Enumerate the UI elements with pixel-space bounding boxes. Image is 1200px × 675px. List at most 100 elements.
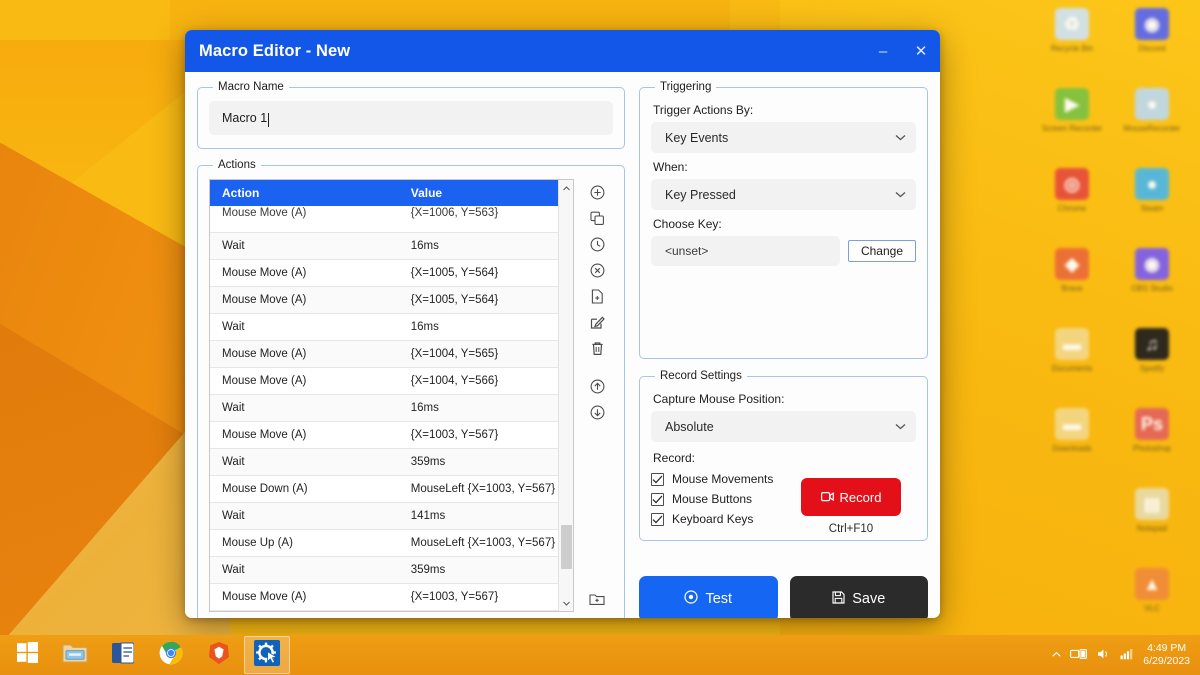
table-row[interactable]: Wait 16ms <box>210 232 573 260</box>
desktop-icon-label: Documents <box>1051 364 1093 373</box>
add-action-button[interactable] <box>582 179 612 205</box>
desktop-icon-glyph: ◉ <box>1135 8 1169 40</box>
remove-action-button[interactable] <box>582 257 612 283</box>
obs-icon[interactable]: ◉ OBS Studio <box>1112 244 1192 322</box>
cell-value: {X=1005, Y=564} <box>398 286 573 314</box>
desktop-icon-label: Downloads <box>1052 444 1092 453</box>
delete-all-button[interactable] <box>582 335 612 361</box>
capture-position-value: Absolute <box>665 419 714 434</box>
table-row[interactable]: Mouse Down (A) MouseLeft {X=1003, Y=567} <box>210 475 573 503</box>
edit-action-button[interactable] <box>582 309 612 335</box>
table-row[interactable]: Mouse Move (A) {X=1005, Y=564} <box>210 259 573 287</box>
when-value: Key Pressed <box>665 187 736 202</box>
scroll-up-arrow[interactable] <box>558 180 573 196</box>
desktop-icon-glyph: ▬ <box>1055 408 1089 440</box>
empty-slot <box>1032 484 1112 562</box>
chrome-button[interactable] <box>148 636 194 674</box>
brave-icon[interactable]: ◆ Brave <box>1032 244 1112 322</box>
cell-action: Wait <box>210 394 399 422</box>
left-column: Macro Name Macro 1 Actions Action Value … <box>197 81 625 618</box>
checkbox-checked-icon[interactable] <box>651 512 664 526</box>
when-select[interactable]: Key Pressed <box>651 179 916 210</box>
record-button[interactable]: Record <box>801 478 901 516</box>
add-wait-button[interactable] <box>582 231 612 257</box>
table-row[interactable]: Mouse Move (A) {X=1003, Y=567} <box>210 421 573 449</box>
macro-recorder-button[interactable] <box>244 636 290 674</box>
downloads-folder-icon[interactable]: ▬ Downloads <box>1032 404 1112 482</box>
change-key-button[interactable]: Change <box>847 240 916 262</box>
table-row[interactable]: Mouse Move (A) {X=1006, Y=563} <box>210 206 573 233</box>
open-folder-button[interactable] <box>582 586 612 612</box>
volume-icon[interactable] <box>1097 648 1111 663</box>
table-row[interactable]: Wait 16ms <box>210 313 573 341</box>
close-button[interactable]: ✕ <box>902 30 940 72</box>
actions-table-container: Action Value Mouse Move (A) {X=1006, Y=56… <box>209 179 574 612</box>
folder-plus-icon <box>589 592 605 606</box>
cell-action: Mouse Move (A) <box>210 367 399 395</box>
checkbox-label: Mouse Movements <box>672 472 774 486</box>
desktop-icon-label: Screen Recorder <box>1041 124 1103 133</box>
checkbox-checked-icon[interactable] <box>651 492 664 506</box>
start-button[interactable] <box>4 636 50 674</box>
cell-value: {X=1006, Y=563} <box>398 206 573 233</box>
file-explorer-button[interactable] <box>52 636 98 674</box>
duplicate-action-button[interactable] <box>582 205 612 231</box>
photoshop-icon[interactable]: Ps Photoshop <box>1112 404 1192 482</box>
column-header-action[interactable]: Action <box>210 180 399 206</box>
desktop-icon-glyph: ◉ <box>1135 248 1169 280</box>
new-file-button[interactable] <box>582 283 612 309</box>
taskbar-clock[interactable]: 4:49 PM 6/29/2023 <box>1143 642 1190 668</box>
desktop-icon-glyph: ▤ <box>1135 488 1169 520</box>
actions-table-scroll[interactable]: Action Value Mouse Move (A) {X=1006, Y=56… <box>210 180 573 611</box>
desktop-icon-label: Spotify <box>1139 364 1165 373</box>
table-row[interactable]: Mouse Move (A) {X=1004, Y=566} <box>210 367 573 395</box>
discord-icon[interactable]: ◉ Discord <box>1112 4 1192 82</box>
show-hidden-icons-button[interactable] <box>1052 650 1061 661</box>
notepad-icon[interactable]: ▤ Notepad <box>1112 484 1192 562</box>
documents-folder-icon[interactable]: ▬ Documents <box>1032 324 1112 402</box>
scroll-down-arrow[interactable] <box>558 595 573 611</box>
test-button[interactable]: Test <box>639 576 778 618</box>
vlc-icon[interactable]: ▲ VLC <box>1112 564 1192 642</box>
table-row[interactable]: Mouse Move (A) {X=1005, Y=564} <box>210 286 573 314</box>
move-down-button[interactable] <box>582 399 612 425</box>
move-up-button[interactable] <box>582 373 612 399</box>
plus-circle-icon <box>590 185 605 200</box>
cell-value: {X=1005, Y=564} <box>398 259 573 287</box>
spotify-icon[interactable]: ♫ Spotify <box>1112 324 1192 402</box>
word-button[interactable] <box>100 636 146 674</box>
table-row[interactable]: Wait 16ms <box>210 394 573 422</box>
desktop-icon-label: MouseRecorder <box>1123 124 1181 133</box>
macro-name-group: Macro Name Macro 1 <box>197 81 625 149</box>
table-row[interactable]: Mouse Up (A) MouseLeft {X=1003, Y=567} <box>210 529 573 557</box>
battery-icon[interactable] <box>1070 648 1088 663</box>
trigger-by-select[interactable]: Key Events <box>651 122 916 153</box>
chevron-down-icon <box>895 421 906 433</box>
table-row[interactable]: Mouse Move (A) {X=1003, Y=567} <box>210 583 573 611</box>
choose-key-label: Choose Key: <box>653 217 722 231</box>
cell-value: 359ms <box>398 556 573 584</box>
mouse-recorder-icon[interactable]: ● MouseRecorder <box>1112 84 1192 162</box>
chosen-key-display[interactable]: <unset> <box>651 236 840 266</box>
minimize-button[interactable]: – <box>864 30 902 72</box>
table-row[interactable]: Wait 359ms <box>210 448 573 476</box>
cell-value: MouseLeft {X=1003, Y=567} <box>398 475 573 503</box>
macro-name-input[interactable]: Macro 1 <box>209 101 613 135</box>
cell-value: 141ms <box>398 502 573 530</box>
save-button[interactable]: Save <box>789 576 928 618</box>
steam-icon[interactable]: ● Steam <box>1112 164 1192 242</box>
recycle-bin-icon[interactable]: ♻ Recycle Bin <box>1032 4 1112 82</box>
screen-recorder-icon[interactable]: ▶ Screen Recorder <box>1032 84 1112 162</box>
capture-position-select[interactable]: Absolute <box>651 411 916 442</box>
table-row[interactable]: Mouse Move (A) {X=1004, Y=565} <box>210 340 573 368</box>
checkbox-checked-icon[interactable] <box>651 472 664 486</box>
cell-value: 16ms <box>398 232 573 260</box>
column-header-value[interactable]: Value <box>398 180 573 206</box>
chrome-icon[interactable]: ◎ Chrome <box>1032 164 1112 242</box>
actions-table-scrollbar[interactable] <box>558 180 573 611</box>
network-icon[interactable] <box>1120 648 1134 663</box>
table-row[interactable]: Wait 141ms <box>210 502 573 530</box>
scrollbar-thumb[interactable] <box>561 525 572 569</box>
table-row[interactable]: Wait 359ms <box>210 556 573 584</box>
brave-button[interactable] <box>196 636 242 674</box>
